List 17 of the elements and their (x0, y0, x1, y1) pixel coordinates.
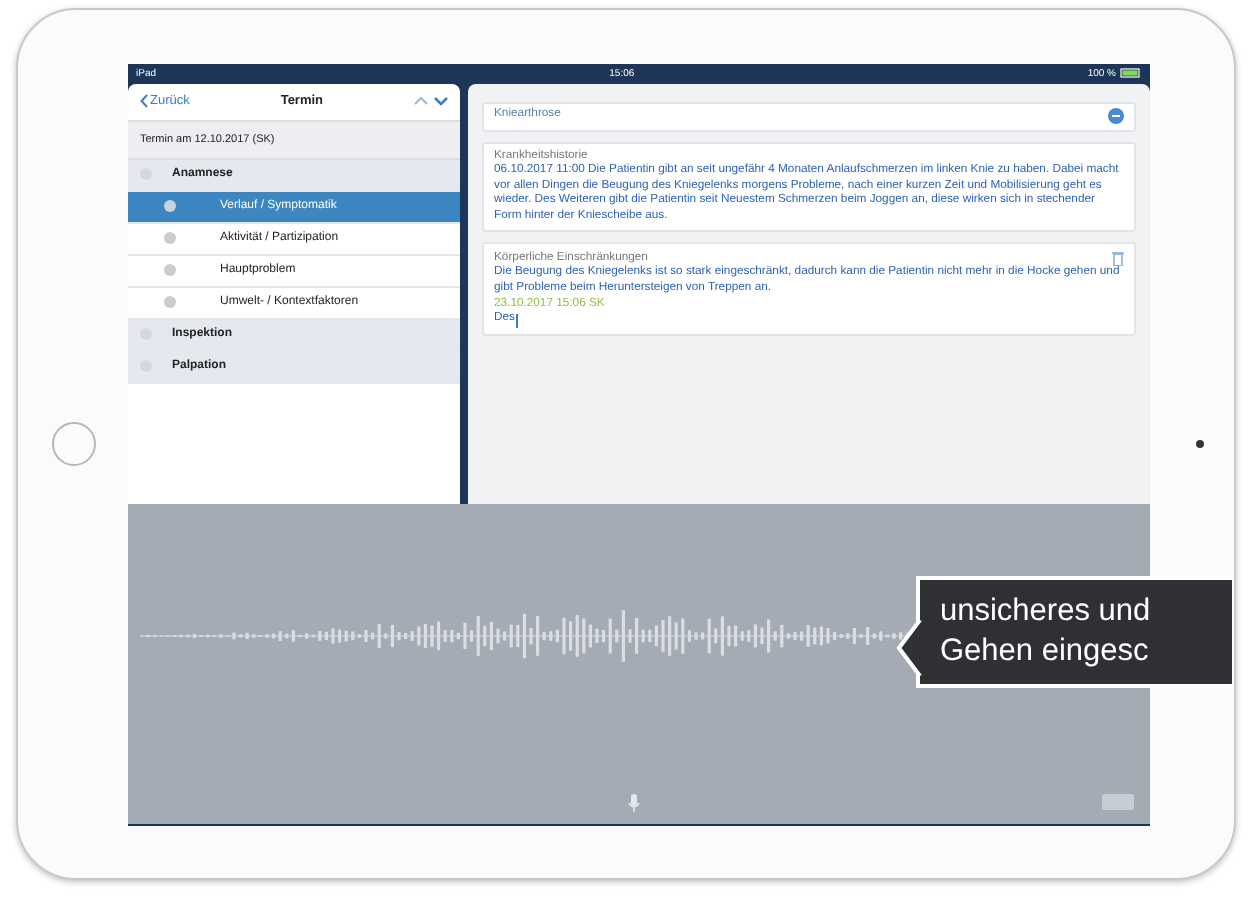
keyboard-icon[interactable] (1102, 794, 1134, 810)
chevron-down-icon[interactable] (433, 96, 448, 106)
battery-icon (1120, 68, 1142, 78)
collapse-icon[interactable] (1108, 108, 1124, 124)
bullet-icon (164, 296, 176, 308)
microphone-icon[interactable] (628, 793, 640, 811)
home-button[interactable] (52, 422, 96, 466)
trash-icon[interactable] (1112, 250, 1124, 267)
text-cursor (516, 313, 519, 328)
bullet-icon (164, 200, 176, 212)
chevron-left-icon (140, 94, 148, 108)
bullet-icon (164, 264, 176, 276)
caption-line: unsicheres und (940, 592, 1153, 632)
bullet-icon (164, 232, 176, 244)
camera-icon (1196, 440, 1204, 448)
chevron-up-icon[interactable] (413, 96, 428, 106)
caption-line: Gehen eingesc (940, 632, 1151, 672)
